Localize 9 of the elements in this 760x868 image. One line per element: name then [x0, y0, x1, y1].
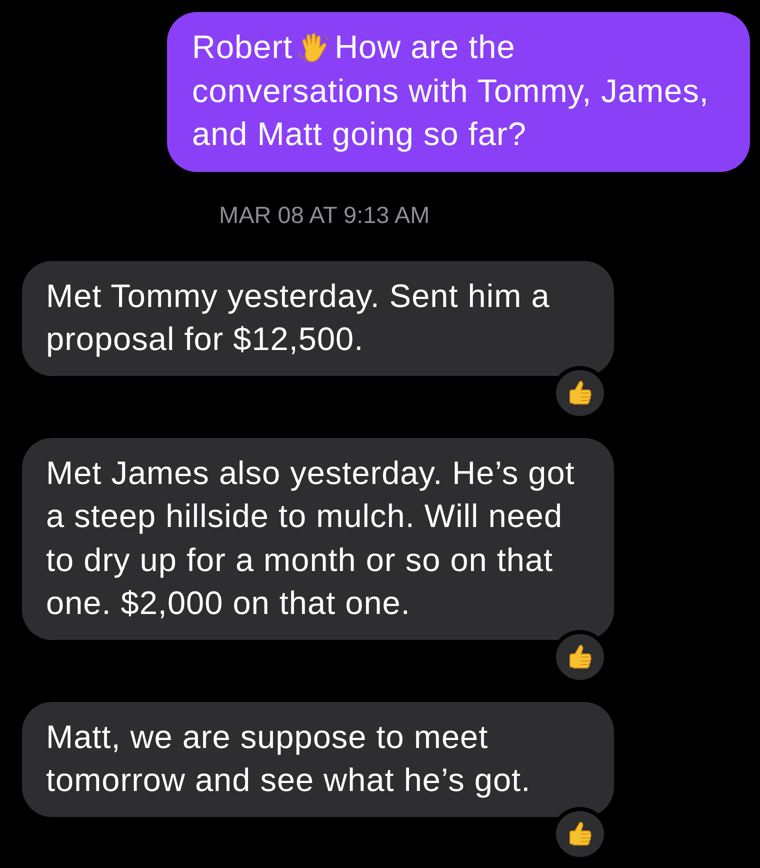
message-text: conversations with Tommy, James,	[192, 72, 709, 111]
timestamp: MAR 08 AT 9:13 AM	[219, 202, 430, 228]
message-text: How are the	[334, 28, 516, 67]
sender-name: Robert	[192, 28, 293, 67]
message-text: and Matt going so far?	[192, 115, 526, 154]
message-text: Met Tommy yesterday. Sent him a proposal for $12,500.	[46, 278, 550, 357]
message-text: Met James also yesterday. He’s got a steep hillside to mulch. Will need to dry up for a month or so on that one. $2,000 on that one.	[46, 454, 575, 621]
waving-hand-icon	[296, 30, 331, 65]
message-text: Matt, we are suppose to meet tomorrow and see what he’s got.	[46, 718, 531, 798]
